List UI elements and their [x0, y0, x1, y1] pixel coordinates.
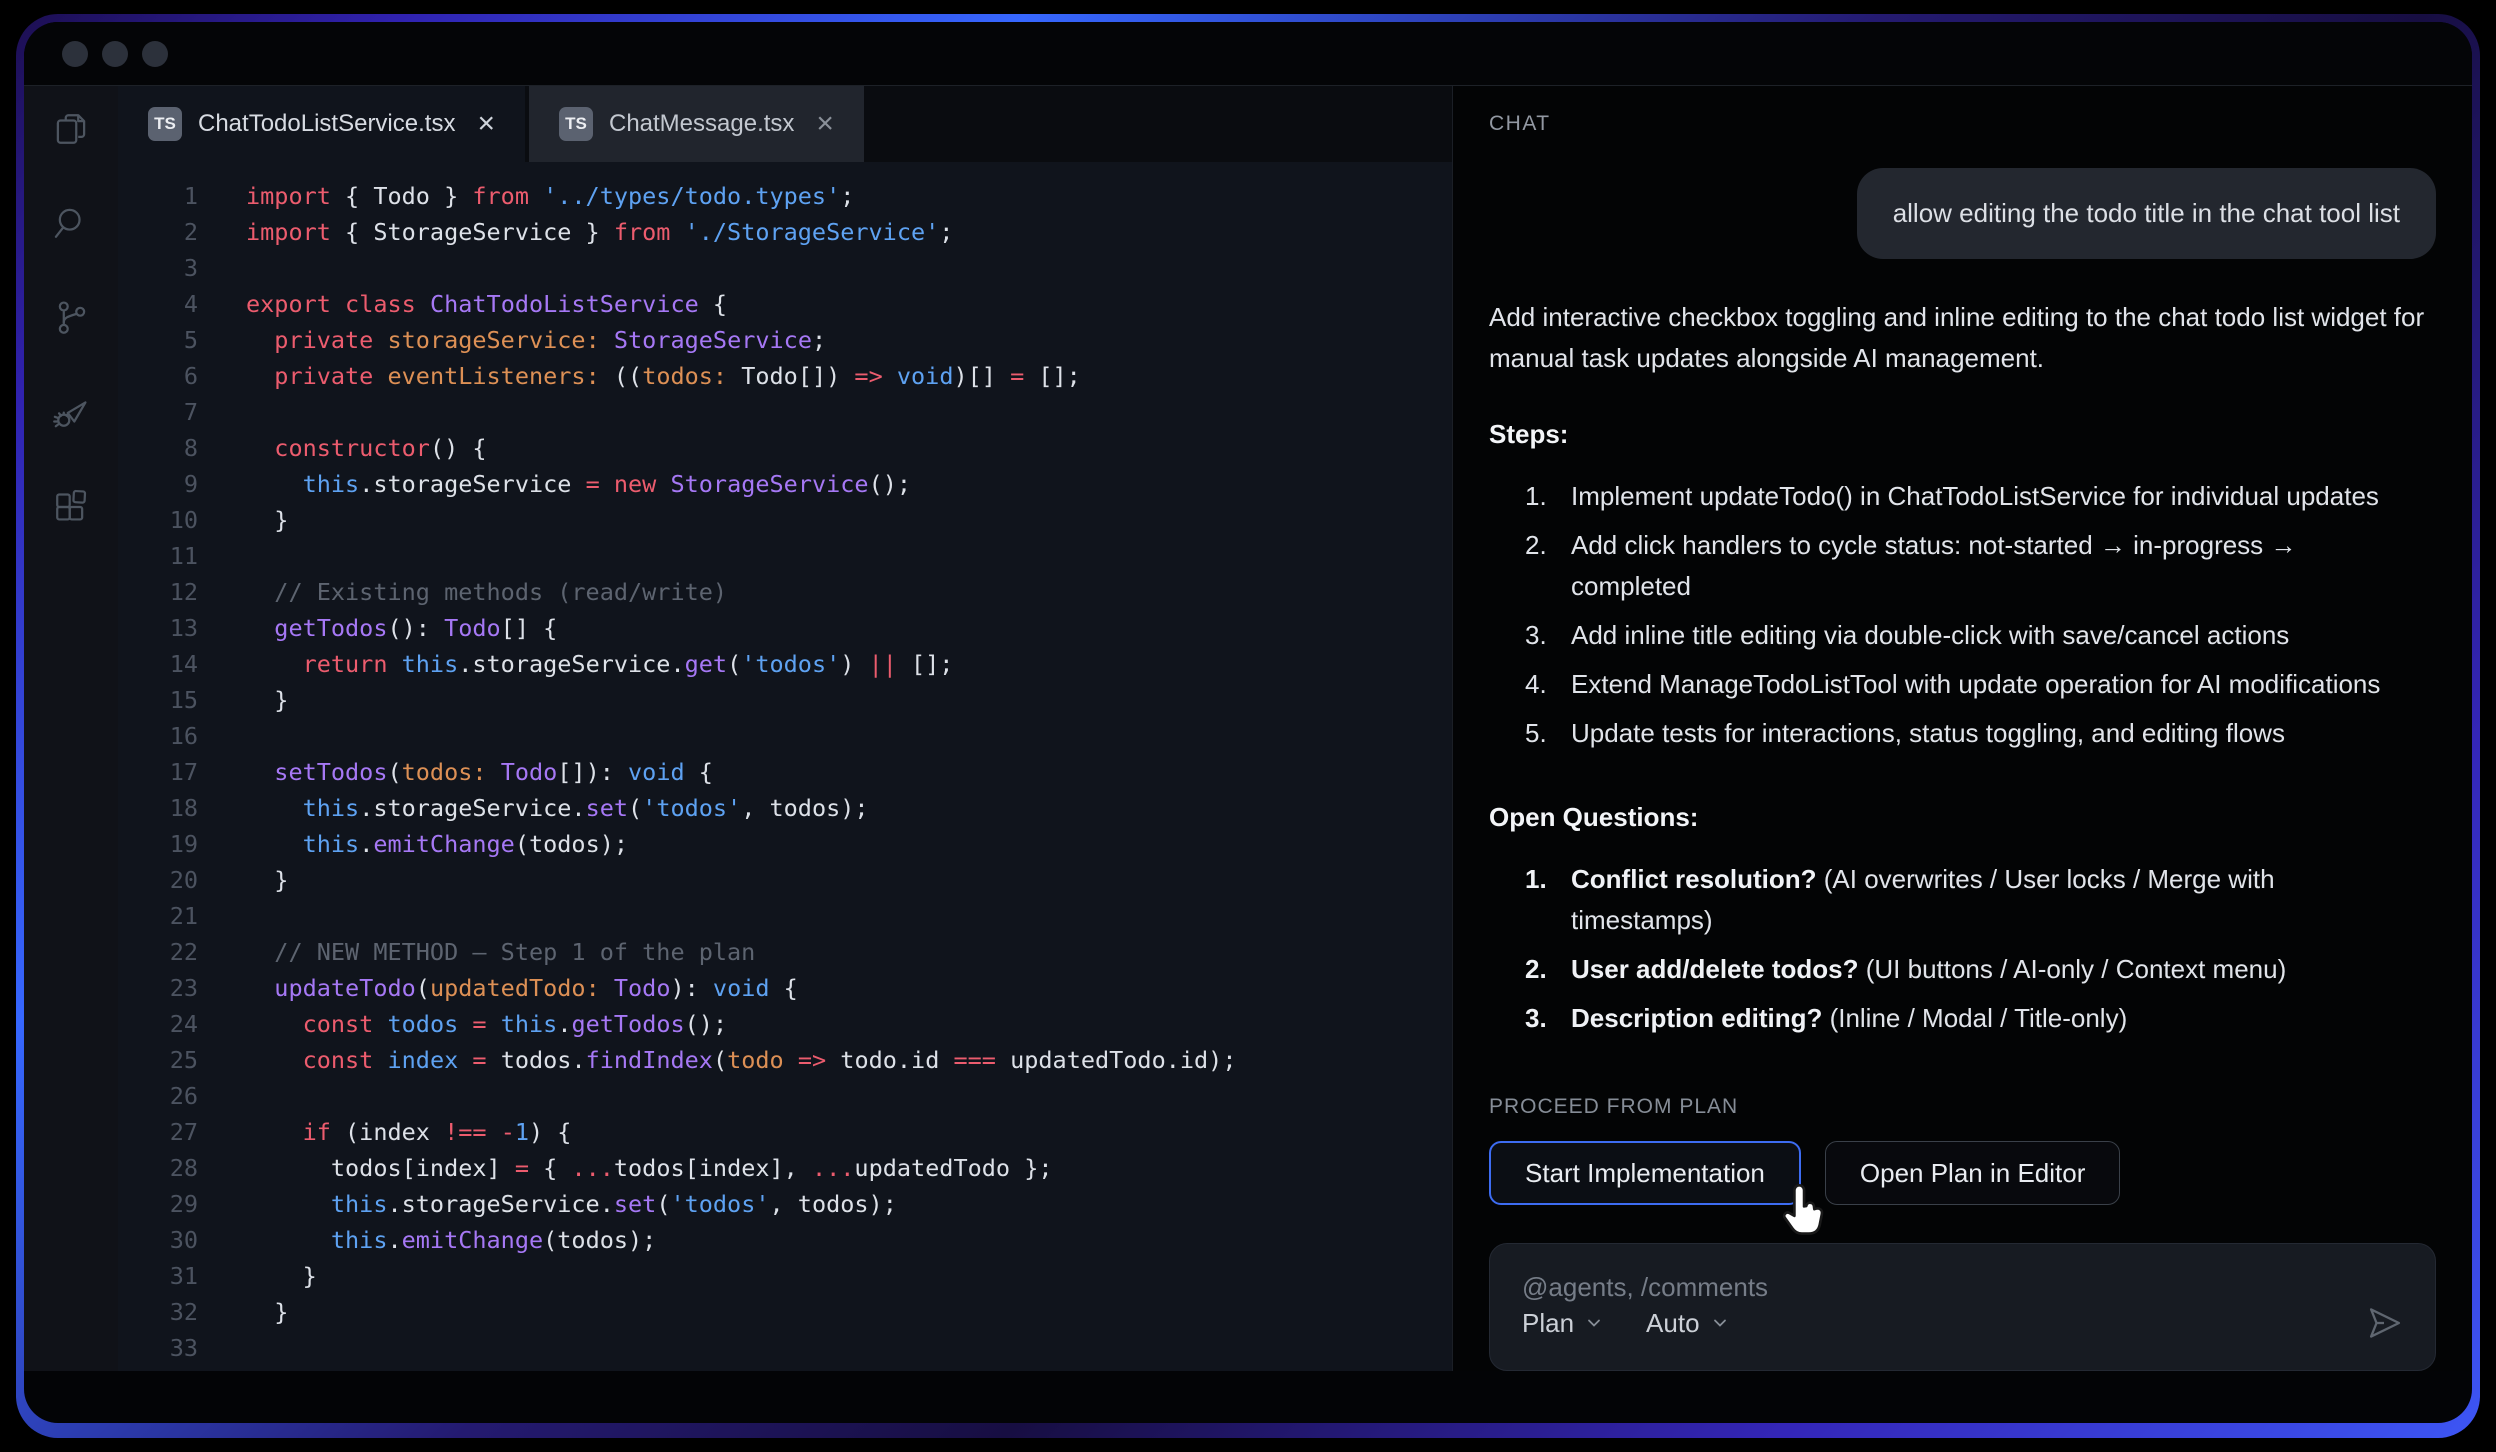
- window-close-button[interactable]: [62, 41, 88, 67]
- code-line[interactable]: 2import { StorageService } from './Stora…: [118, 214, 1452, 250]
- composer-input[interactable]: @agents, /comments: [1522, 1272, 2403, 1303]
- code-line[interactable]: 31 }: [118, 1258, 1452, 1294]
- list-item: 2. User add/delete todos? (UI buttons / …: [1489, 949, 2389, 990]
- model-dropdown[interactable]: Auto: [1646, 1308, 1730, 1339]
- plan-actions-row: Start Implementation Open Plan in Editor: [1489, 1141, 2436, 1205]
- open-plan-in-editor-button[interactable]: Open Plan in Editor: [1825, 1141, 2120, 1205]
- code-line[interactable]: 30 this.emitChange(todos);: [118, 1222, 1452, 1258]
- list-item: 1. Implement updateTodo() in ChatTodoLis…: [1489, 476, 2389, 517]
- code-line[interactable]: 7: [118, 394, 1452, 430]
- hand-cursor-icon: [1777, 1181, 1835, 1239]
- close-icon[interactable]: ×: [477, 109, 495, 139]
- code-line[interactable]: 22 // NEW METHOD — Step 1 of the plan: [118, 934, 1452, 970]
- tab-bar: TS ChatTodoListService.tsx × TS ChatMess…: [118, 86, 1452, 162]
- composer-toolbar: Plan Auto: [1522, 1304, 2403, 1342]
- code-line[interactable]: 17 setTodos(todos: Todo[]): void {: [118, 754, 1452, 790]
- tab-chatmessage[interactable]: TS ChatMessage.tsx ×: [529, 86, 864, 162]
- code-line[interactable]: 12 // Existing methods (read/write): [118, 574, 1452, 610]
- code-line[interactable]: 4export class ChatTodoListService {: [118, 286, 1452, 322]
- extensions-icon[interactable]: [50, 484, 92, 526]
- title-bar: [24, 22, 2472, 86]
- chat-composer[interactable]: @agents, /comments Plan Auto: [1489, 1243, 2436, 1371]
- code-lines[interactable]: 1import { Todo } from '../types/todo.typ…: [118, 162, 1452, 1366]
- chat-panel: CHAT allow editing the todo title in the…: [1452, 86, 2472, 1371]
- code-line[interactable]: 28 todos[index] = { ...todos[index], ...…: [118, 1150, 1452, 1186]
- list-item: 3. Add inline title editing via double-c…: [1489, 615, 2389, 656]
- list-item: 5. Update tests for interactions, status…: [1489, 713, 2389, 754]
- code-line[interactable]: 29 this.storageService.set('todos', todo…: [118, 1186, 1452, 1222]
- code-line[interactable]: 21: [118, 898, 1452, 934]
- chevron-down-icon: [1710, 1313, 1730, 1333]
- editor-pane: TS ChatTodoListService.tsx × TS ChatMess…: [118, 86, 1452, 1371]
- tab-label: ChatTodoListService.tsx: [198, 110, 455, 138]
- files-icon[interactable]: [50, 108, 92, 150]
- code-line[interactable]: 33: [118, 1330, 1452, 1366]
- code-line[interactable]: 9 this.storageService = new StorageServi…: [118, 466, 1452, 502]
- steps-heading: Steps:: [1489, 419, 2436, 450]
- user-message-bubble: allow editing the todo title in the chat…: [1857, 168, 2436, 259]
- source-control-icon[interactable]: [50, 296, 92, 338]
- code-line[interactable]: 8 constructor() {: [118, 430, 1452, 466]
- code-line[interactable]: 32 }: [118, 1294, 1452, 1330]
- app-window: TS ChatTodoListService.tsx × TS ChatMess…: [24, 22, 2472, 1423]
- assistant-intro-text: Add interactive checkbox toggling and in…: [1489, 297, 2436, 379]
- code-line[interactable]: 1import { Todo } from '../types/todo.typ…: [118, 178, 1452, 214]
- start-implementation-button[interactable]: Start Implementation: [1489, 1141, 1801, 1205]
- code-line[interactable]: 10 }: [118, 502, 1452, 538]
- send-icon[interactable]: [2365, 1304, 2403, 1342]
- code-line[interactable]: 19 this.emitChange(todos);: [118, 826, 1452, 862]
- mode-dropdown[interactable]: Plan: [1522, 1308, 1604, 1339]
- code-line[interactable]: 25 const index = todos.findIndex(todo =>…: [118, 1042, 1452, 1078]
- typescript-file-icon: TS: [559, 107, 593, 141]
- chevron-down-icon: [1584, 1313, 1604, 1333]
- search-icon[interactable]: [50, 202, 92, 244]
- steps-list: 1. Implement updateTodo() in ChatTodoLis…: [1489, 476, 2389, 762]
- window-minimize-button[interactable]: [102, 41, 128, 67]
- code-line[interactable]: 24 const todos = this.getTodos();: [118, 1006, 1452, 1042]
- code-line[interactable]: 20 }: [118, 862, 1452, 898]
- code-line[interactable]: 26: [118, 1078, 1452, 1114]
- code-line[interactable]: 13 getTodos(): Todo[] {: [118, 610, 1452, 646]
- open-questions-list: 1. Conflict resolution? (AI overwrites /…: [1489, 859, 2389, 1047]
- code-line[interactable]: 15 }: [118, 682, 1452, 718]
- proceed-from-plan-label: PROCEED FROM PLAN: [1489, 1095, 2436, 1119]
- chat-panel-title: CHAT: [1489, 112, 2436, 136]
- open-questions-heading: Open Questions:: [1489, 802, 2436, 833]
- tab-chattodolistservice[interactable]: TS ChatTodoListService.tsx ×: [118, 86, 525, 162]
- code-line[interactable]: 14 return this.storageService.get('todos…: [118, 646, 1452, 682]
- window-frame: TS ChatTodoListService.tsx × TS ChatMess…: [16, 14, 2480, 1438]
- list-item: 1. Conflict resolution? (AI overwrites /…: [1489, 859, 2389, 941]
- list-item: 2. Add click handlers to cycle status: n…: [1489, 525, 2389, 607]
- close-icon[interactable]: ×: [816, 109, 834, 139]
- code-line[interactable]: 11: [118, 538, 1452, 574]
- debug-icon[interactable]: [50, 390, 92, 432]
- main-row: TS ChatTodoListService.tsx × TS ChatMess…: [24, 86, 2472, 1371]
- code-line[interactable]: 3: [118, 250, 1452, 286]
- activity-bar: [24, 86, 118, 1371]
- code-line[interactable]: 5 private storageService: StorageService…: [118, 322, 1452, 358]
- code-line[interactable]: 16: [118, 718, 1452, 754]
- code-line[interactable]: 23 updateTodo(updatedTodo: Todo): void {: [118, 970, 1452, 1006]
- tab-label: ChatMessage.tsx: [609, 110, 794, 138]
- code-line[interactable]: 27 if (index !== -1) {: [118, 1114, 1452, 1150]
- list-item: 3. Description editing? (Inline / Modal …: [1489, 998, 2389, 1039]
- list-item: 4. Extend ManageTodoListTool with update…: [1489, 664, 2389, 705]
- code-line[interactable]: 18 this.storageService.set('todos', todo…: [118, 790, 1452, 826]
- window-zoom-button[interactable]: [142, 41, 168, 67]
- code-line[interactable]: 6 private eventListeners: ((todos: Todo[…: [118, 358, 1452, 394]
- typescript-file-icon: TS: [148, 107, 182, 141]
